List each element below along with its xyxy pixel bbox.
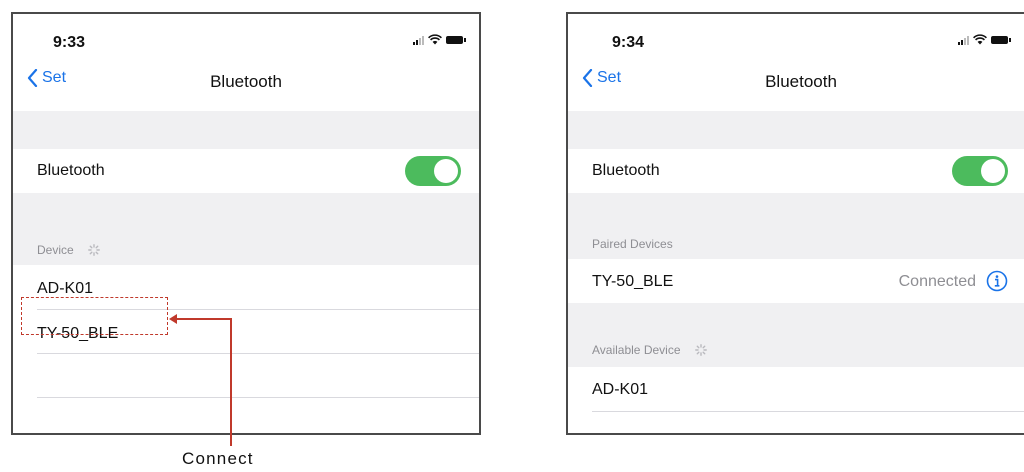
status-bar: 9:33 — [13, 14, 479, 66]
wifi-icon — [428, 34, 442, 45]
highlight-box — [21, 297, 168, 335]
signal-icon — [958, 35, 969, 45]
available-device-list: AD-K01 — [568, 367, 1024, 433]
bluetooth-toggle[interactable] — [405, 156, 461, 186]
section-gap — [568, 111, 1024, 149]
bluetooth-label: Bluetooth — [37, 162, 105, 179]
page-title: Bluetooth — [765, 72, 837, 91]
available-section: Available Device — [568, 303, 1024, 367]
paired-section-header: Paired Devices — [592, 237, 673, 251]
status-bar: 9:34 — [568, 14, 1024, 66]
device-item-ad-k01[interactable]: AD-K01 — [37, 280, 93, 298]
info-icon[interactable] — [986, 270, 1008, 292]
connection-status: Connected — [898, 273, 976, 290]
bluetooth-row: Bluetooth — [13, 149, 479, 193]
status-time: 9:34 — [612, 34, 645, 51]
bluetooth-label: Bluetooth — [592, 162, 660, 179]
spinner-icon — [694, 344, 707, 356]
callout-line-vertical — [230, 318, 232, 446]
status-icons — [958, 34, 1011, 45]
battery-icon — [446, 35, 466, 44]
available-header-label: Available Device — [592, 343, 681, 357]
nav-bar: Set Bluetooth — [13, 69, 479, 109]
paired-device-row[interactable]: TY-50_BLE Connected — [568, 259, 1024, 303]
battery-icon — [991, 35, 1011, 44]
device-section: Device — [13, 193, 479, 265]
bluetooth-toggle[interactable] — [952, 156, 1008, 186]
nav-bar: Set Bluetooth — [568, 69, 1024, 109]
device-list: AD-K01 TY-50_BLE — [13, 265, 479, 433]
callout-label: Connect — [182, 449, 254, 468]
device-section-header: Device — [37, 243, 100, 257]
paired-section: Paired Devices — [568, 193, 1024, 259]
status-icons — [413, 34, 466, 45]
paired-device-name: TY-50_BLE — [592, 273, 674, 290]
status-time: 9:33 — [53, 34, 86, 51]
available-section-header: Available Device — [592, 343, 707, 357]
bluetooth-row: Bluetooth — [568, 149, 1024, 193]
section-gap — [13, 111, 479, 149]
row-divider — [37, 353, 479, 354]
spinner-icon — [87, 244, 100, 256]
signal-icon — [413, 35, 424, 45]
available-device-ad-k01[interactable]: AD-K01 — [592, 381, 648, 399]
row-divider — [592, 411, 1024, 412]
page-title: Bluetooth — [210, 72, 282, 91]
left-phone-screen: 9:33 Set Bluetooth Bluetooth Device AD-K… — [11, 12, 481, 435]
right-phone-screen: 9:34 Set Bluetooth Bluetooth Paired Devi… — [566, 12, 1024, 435]
callout-line-horizontal — [175, 318, 232, 320]
row-divider — [37, 397, 479, 398]
wifi-icon — [973, 34, 987, 45]
device-header-label: Device — [37, 243, 74, 257]
